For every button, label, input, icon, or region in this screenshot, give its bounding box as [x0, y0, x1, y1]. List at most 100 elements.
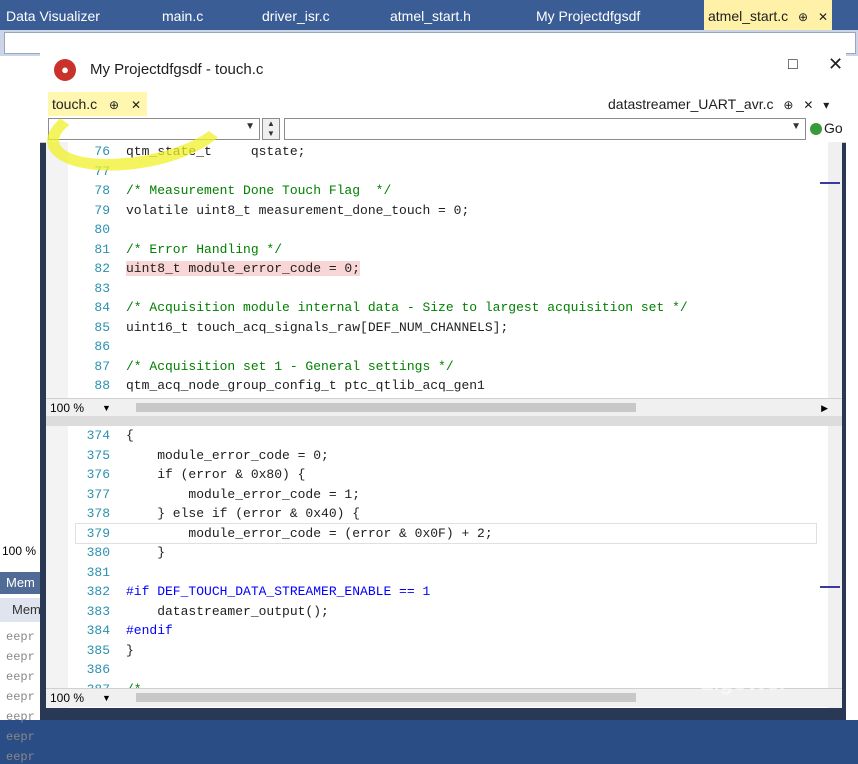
tab-my-project[interactable]: My Projectdfgsdf [536, 0, 640, 30]
code-line: 81 /* Error Handling */ [76, 240, 816, 260]
code-text: datastreamer_output(); [126, 603, 329, 619]
line-number: 79 [94, 202, 110, 218]
tab-datastreamer[interactable]: datastreamer_UART_avr.c ⊕ ✕ ▾ [608, 92, 829, 116]
code-text: volatile uint8_t measurement_done_touch … [126, 202, 470, 218]
code-line: 78 /* Measurement Done Touch Flag */ [76, 181, 816, 201]
code-line: 381 [76, 563, 816, 583]
memory-tab[interactable]: Mem [0, 572, 40, 594]
line-number: 382 [86, 584, 110, 599]
tab-label: driver_isr.c [262, 8, 330, 24]
chevron-down-icon[interactable]: ▼ [102, 689, 111, 707]
memory-row: eepr [6, 670, 35, 684]
code-text: } else if (error & 0x40) { [126, 506, 361, 521]
floating-editor-window: ● My Projectdfgsdf - touch.c □ ✕ touch.c… [40, 48, 846, 720]
tab-data-visualizer[interactable]: Data Visualizer [6, 0, 100, 30]
window-title: My Projectdfgsdf - touch.c [90, 61, 264, 78]
code-line: 376 if (error & 0x80) { [76, 465, 816, 485]
code-line: 87 /* Acquisition set 1 - General setting… [76, 357, 816, 377]
close-icon[interactable]: ✕ [818, 10, 828, 24]
tab-atmel-start-h[interactable]: atmel_start.h [390, 0, 471, 30]
code-line: 380 } [76, 543, 816, 563]
pin-icon[interactable]: ⊕ [109, 98, 119, 112]
line-number: 376 [86, 467, 110, 482]
code-text: if (error & 0x80) { [126, 467, 306, 482]
zoom-level[interactable]: 100 % [50, 399, 84, 417]
line-number: 86 [94, 339, 110, 354]
watermark: LigoWei [700, 670, 786, 695]
window-tab-bar: touch.c ⊕ ✕ datastreamer_UART_avr.c ⊕ ✕ … [40, 92, 846, 116]
line-number: 76 [94, 144, 110, 159]
editor-gutter [46, 142, 68, 398]
line-number: 374 [86, 428, 110, 443]
horizontal-scrollbar[interactable] [136, 403, 636, 412]
code-line: 80 [76, 220, 816, 240]
pin-icon[interactable]: ⊕ [783, 98, 793, 112]
line-number: 80 [94, 222, 110, 237]
code-line: 83 [76, 279, 816, 299]
code-text: /* Error Handling */ [126, 241, 283, 257]
member-dropdown[interactable]: ▼ [284, 118, 806, 140]
code-line: 88 qtm_acq_node_group_config_t ptc_qtlib_… [76, 376, 816, 396]
code-text: qtm_acq_node_group_config_t ptc_qtlib_ac… [126, 378, 485, 393]
memory-row: eepr [6, 690, 35, 704]
line-number: 380 [86, 545, 110, 560]
line-number: 385 [86, 642, 110, 658]
go-button[interactable]: Go [810, 118, 844, 138]
scope-dropdown[interactable]: ▼ [48, 118, 260, 140]
code-text: module_error_code = (error & 0x0F) + 2; [126, 525, 493, 541]
code-line: 77 [76, 162, 816, 182]
chevron-down-icon[interactable]: ▾ [823, 98, 829, 112]
vertical-scrollbar[interactable] [820, 426, 842, 708]
code-text: /* Acquisition set 1 - General settings … [126, 358, 454, 374]
code-line: 84 /* Acquisition module internal data - … [76, 298, 816, 318]
code-editor-bottom[interactable]: 374 { 375 module_error_code = 0; 376 if (… [46, 426, 842, 708]
line-number: 384 [86, 623, 110, 638]
tab-label: datastreamer_UART_avr.c [608, 96, 774, 112]
code-line: 378 } else if (error & 0x40) { [76, 504, 816, 524]
code-text: { [126, 428, 134, 443]
code-line: 374 { [76, 426, 816, 446]
tab-label: atmel_start.h [390, 8, 471, 24]
background-scroll-region [846, 56, 858, 720]
pane-splitter[interactable] [46, 416, 842, 426]
tab-driver-isr-c[interactable]: driver_isr.c [262, 0, 330, 30]
tab-atmel-start-c[interactable]: atmel_start.c ⊕ ✕ [704, 0, 833, 30]
close-icon[interactable]: ✕ [803, 98, 813, 112]
line-number: 88 [94, 378, 110, 393]
close-icon[interactable]: ✕ [131, 98, 141, 112]
code-text: } [126, 642, 134, 658]
chevron-down-icon[interactable]: ▼ [102, 399, 111, 417]
line-number: 381 [86, 564, 110, 580]
scroll-right-icon[interactable]: ▶ [821, 399, 828, 417]
code-editor-top[interactable]: 76 qtm_state_t qstate; 77 78 /* Measuremen… [46, 142, 842, 398]
tab-label: My Projectdfgsdf [536, 8, 641, 24]
scope-spinner[interactable]: ▲ ▼ [262, 118, 280, 140]
zoom-level[interactable]: 100 % [50, 689, 84, 707]
tab-touch-c[interactable]: touch.c ⊕ ✕ [48, 92, 148, 116]
tab-main-c[interactable]: main.c [162, 0, 203, 30]
line-number: 383 [86, 603, 110, 619]
window-title-bar[interactable]: ● My Projectdfgsdf - touch.c □ ✕ [40, 48, 846, 92]
code-line: 383 datastreamer_output(); [76, 602, 816, 622]
line-number: 83 [94, 280, 110, 296]
tab-label: main.c [162, 8, 204, 24]
maximize-button[interactable]: □ [788, 56, 798, 74]
close-window-button[interactable]: ✕ [828, 54, 843, 75]
zoom-level[interactable]: 100 % [2, 544, 36, 558]
tab-label: atmel_start.c [708, 8, 789, 24]
code-line: 384 #endif [76, 621, 816, 641]
horizontal-scrollbar[interactable] [136, 693, 636, 702]
pin-icon[interactable]: ⊕ [798, 10, 808, 24]
vertical-scrollbar[interactable] [820, 142, 842, 398]
line-number: 81 [94, 241, 110, 257]
line-number: 87 [94, 358, 110, 374]
line-number: 82 [94, 261, 110, 276]
go-icon [810, 123, 822, 136]
line-number: 78 [94, 183, 110, 198]
scroll-marker [820, 182, 840, 184]
line-number: 386 [86, 662, 110, 677]
line-number: 84 [94, 300, 110, 315]
code-line: 82 uint8_t module_error_code = 0; [76, 259, 816, 279]
tab-label: Data Visualizer [6, 8, 100, 24]
memory-row: eepr [6, 650, 35, 664]
